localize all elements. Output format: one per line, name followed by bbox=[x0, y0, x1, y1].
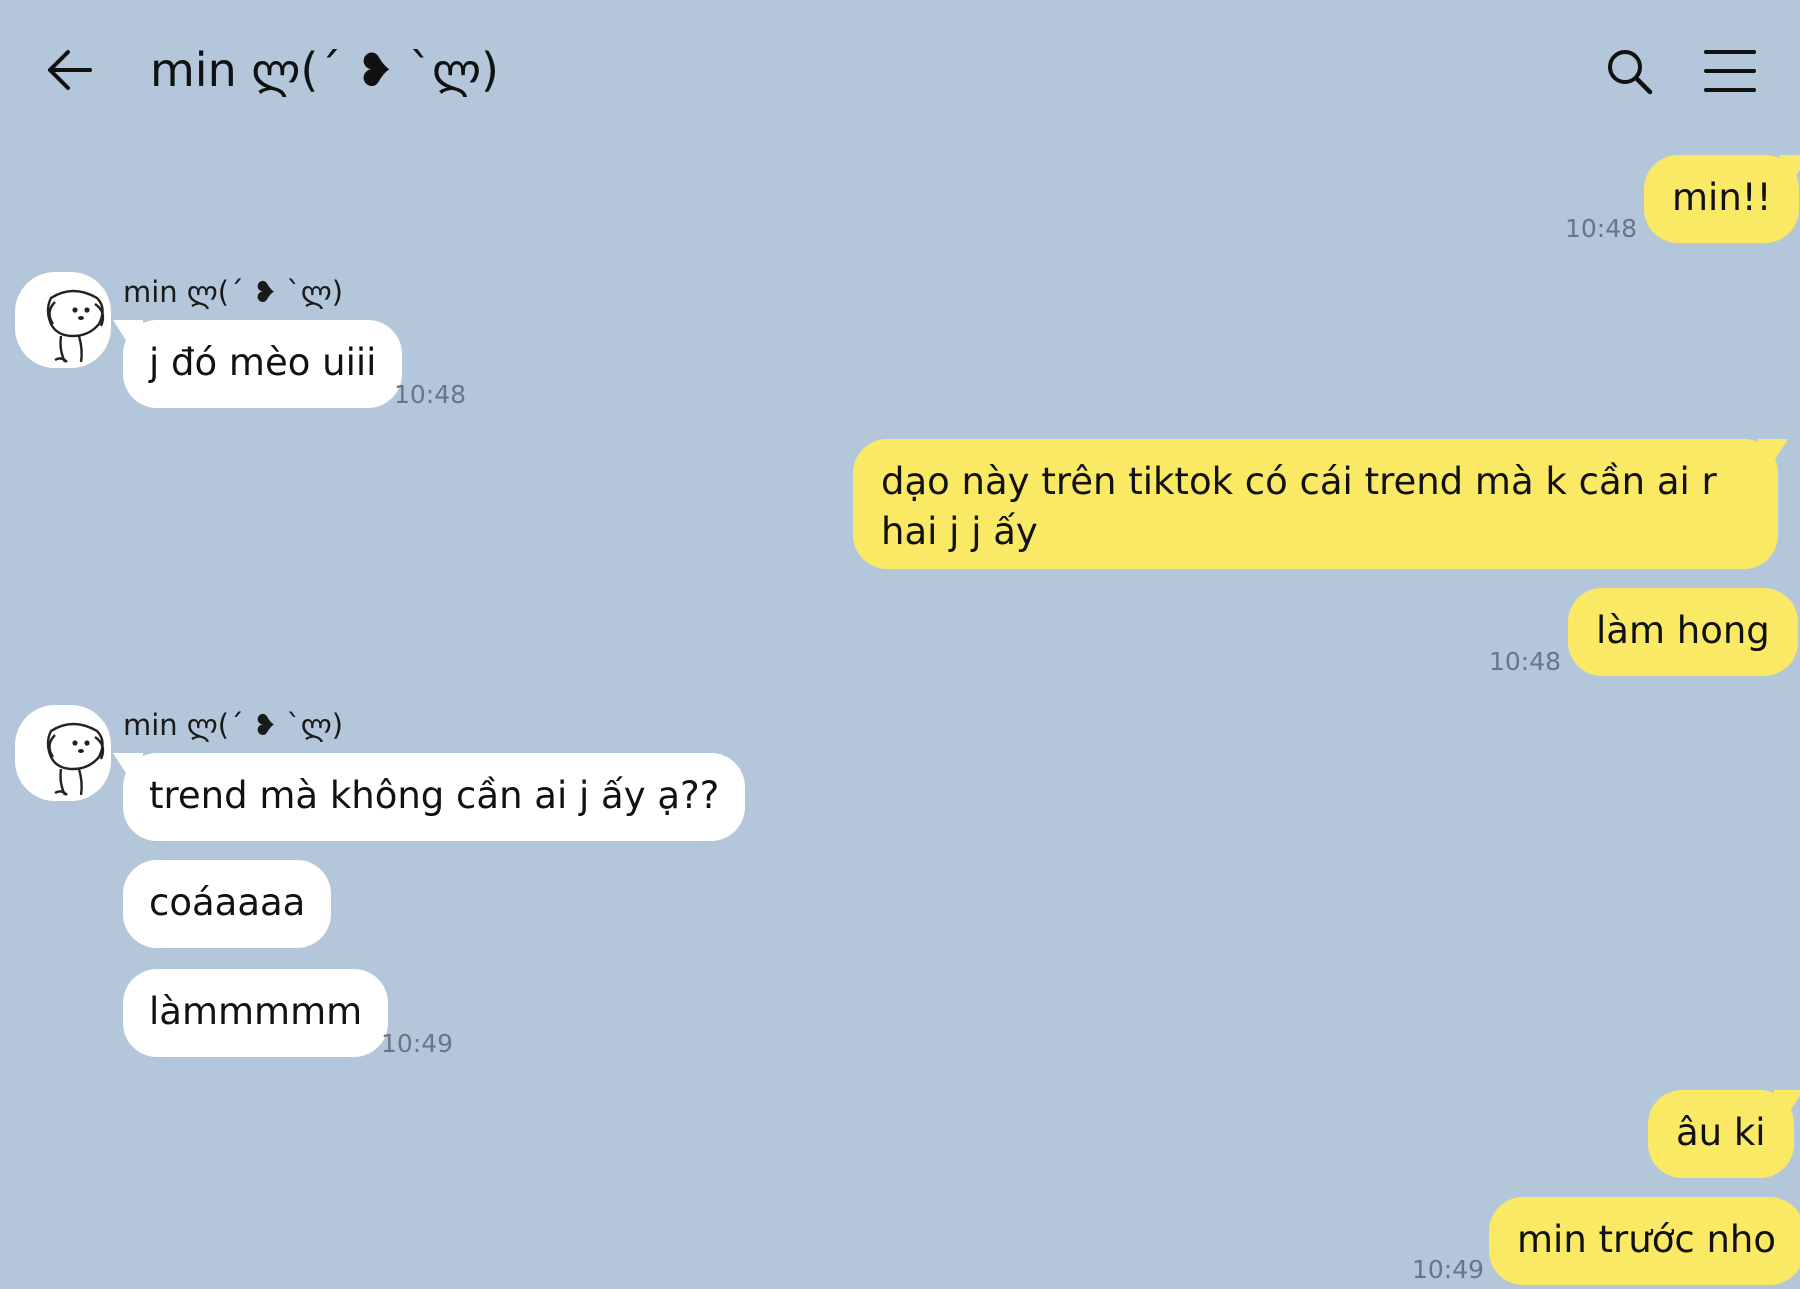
chat-title: min ლ(´ ❥ `ლ) bbox=[150, 43, 499, 97]
incoming-message-bubble[interactable]: coáaaaa bbox=[123, 860, 332, 948]
chat-screen: min ლ(´ ❥ `ლ) 10:48 min!! min ლ(´ ❥ `ლ) … bbox=[0, 0, 1800, 1289]
message-time: 10:48 bbox=[1565, 214, 1638, 243]
incoming-message-bubble[interactable]: trend mà không cần ai j ấy ạ?? bbox=[123, 753, 746, 841]
message-time: 10:48 bbox=[1489, 647, 1562, 676]
incoming-message-bubble[interactable]: làmmmmm bbox=[123, 969, 389, 1057]
arrow-left-icon bbox=[48, 50, 92, 90]
hamburger-menu-icon bbox=[1704, 50, 1756, 92]
message-time: 10:49 bbox=[381, 1029, 454, 1058]
message-time: 10:48 bbox=[394, 380, 467, 409]
message-time: 10:49 bbox=[1412, 1255, 1485, 1284]
outgoing-message-bubble[interactable]: dạo này trên tiktok có cái trend mà k cầ… bbox=[853, 439, 1778, 569]
back-button[interactable] bbox=[44, 44, 96, 96]
contact-avatar[interactable] bbox=[15, 272, 111, 368]
contact-avatar[interactable] bbox=[15, 705, 111, 801]
menu-button[interactable] bbox=[1704, 48, 1756, 94]
outgoing-message-bubble[interactable]: làm hong bbox=[1568, 588, 1798, 676]
chat-header: min ლ(´ ❥ `ლ) bbox=[0, 0, 1800, 140]
sender-name: min ლ(´ ❥ `ლ) bbox=[123, 275, 344, 309]
dog-avatar-icon bbox=[46, 722, 105, 796]
outgoing-message-bubble[interactable]: min!! bbox=[1644, 155, 1800, 243]
search-icon bbox=[1608, 50, 1653, 95]
sender-name: min ლ(´ ❥ `ლ) bbox=[123, 708, 344, 742]
search-button[interactable] bbox=[1604, 46, 1656, 98]
dog-avatar-icon bbox=[46, 289, 105, 363]
outgoing-message-bubble[interactable]: âu ki bbox=[1648, 1090, 1794, 1178]
incoming-message-bubble[interactable]: j đó mèo uiii bbox=[123, 320, 403, 408]
outgoing-message-bubble[interactable]: min trước nho bbox=[1489, 1197, 1800, 1285]
